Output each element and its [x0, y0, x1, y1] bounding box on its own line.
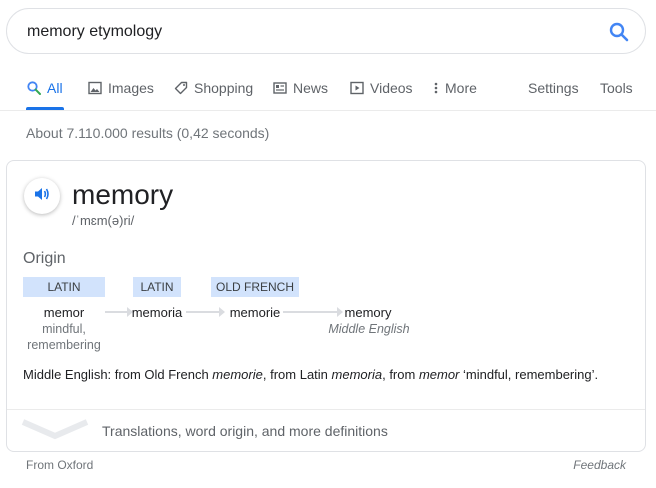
tab-label: More: [445, 80, 477, 96]
etymology-word: memor: [43, 305, 85, 320]
tab-more[interactable]: More: [433, 72, 477, 110]
speaker-icon: [33, 185, 51, 208]
tools-link[interactable]: Tools: [600, 72, 633, 110]
headword: memory: [72, 179, 174, 210]
tag-icon: [173, 80, 189, 96]
arrow: [105, 307, 133, 317]
tab-shopping[interactable]: Shopping: [173, 72, 253, 110]
images-icon: [87, 80, 103, 96]
video-icon: [349, 80, 365, 96]
etymology-gloss: mindful, remembering: [27, 322, 101, 352]
source-attribution: From Oxford: [26, 458, 94, 472]
language-chip: OLD FRENCH: [211, 277, 299, 297]
origin-heading: Origin: [23, 250, 66, 267]
tab-videos[interactable]: Videos: [349, 72, 413, 110]
tab-all[interactable]: All: [26, 72, 64, 110]
etymology-diagram: LATIN LATIN OLD FRENCH memor mindful, re…: [7, 277, 647, 357]
search-input[interactable]: [27, 20, 587, 44]
search-icon[interactable]: [607, 20, 631, 44]
etymology-word: memorie: [229, 305, 281, 320]
more-vert-icon: [433, 80, 443, 96]
origin-definition: Middle English: from Old French memorie,…: [23, 367, 599, 382]
tab-label: Settings: [528, 80, 579, 96]
more-definitions-label: Translations, word origin, and more defi…: [102, 423, 388, 439]
arrow: [283, 307, 343, 317]
feedback-link[interactable]: Feedback: [573, 458, 626, 472]
tab-label: News: [293, 80, 329, 96]
phonetic: /ˈmɛm(ə)ri/: [72, 213, 135, 228]
pronounce-button[interactable]: [24, 178, 60, 214]
tab-label: Images: [108, 80, 154, 96]
result-stats: About 7.110.000 results (0,42 seconds): [26, 125, 270, 141]
dictionary-card: memory /ˈmɛm(ə)ri/ Origin LATIN LATIN OL…: [6, 160, 646, 452]
etymology-word: memory: [344, 305, 392, 320]
language-chip: LATIN: [23, 277, 105, 297]
tab-news[interactable]: News: [272, 72, 328, 110]
tab-label: All: [47, 80, 63, 96]
etymology-word: memoria: [131, 305, 183, 320]
tab-images[interactable]: Images: [87, 72, 154, 110]
more-definitions-button[interactable]: Translations, word origin, and more defi…: [7, 410, 645, 452]
settings-link[interactable]: Settings: [528, 72, 579, 110]
arrow: [186, 307, 225, 317]
tab-label: Shopping: [194, 80, 254, 96]
search-bar: [6, 8, 646, 54]
language-chip: LATIN: [133, 277, 181, 297]
divider: [0, 110, 656, 111]
tab-label: Tools: [600, 80, 633, 96]
search-icon: [26, 80, 42, 96]
news-icon: [272, 80, 288, 96]
etymology-gloss: Middle English: [328, 322, 410, 336]
tab-label: Videos: [370, 80, 413, 96]
search-tabs: All Images Shopping News Videos More Set…: [0, 72, 656, 110]
chevron-down-icon: [21, 418, 89, 442]
